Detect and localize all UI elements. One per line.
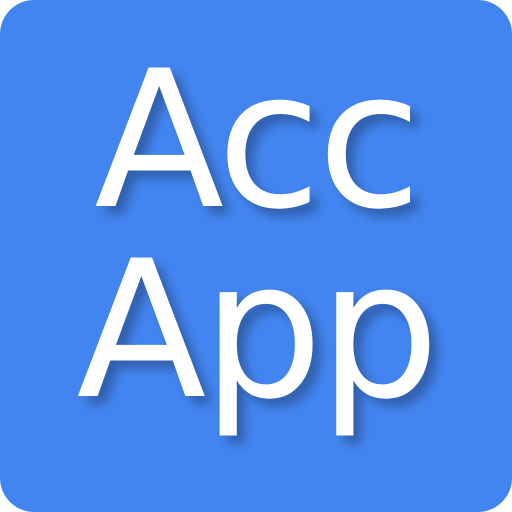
- icon-text-line-app: App: [76, 220, 439, 441]
- icon-text-line-acc: Acc: [94, 30, 422, 251]
- acc-app-icon[interactable]: Acc App: [0, 0, 512, 512]
